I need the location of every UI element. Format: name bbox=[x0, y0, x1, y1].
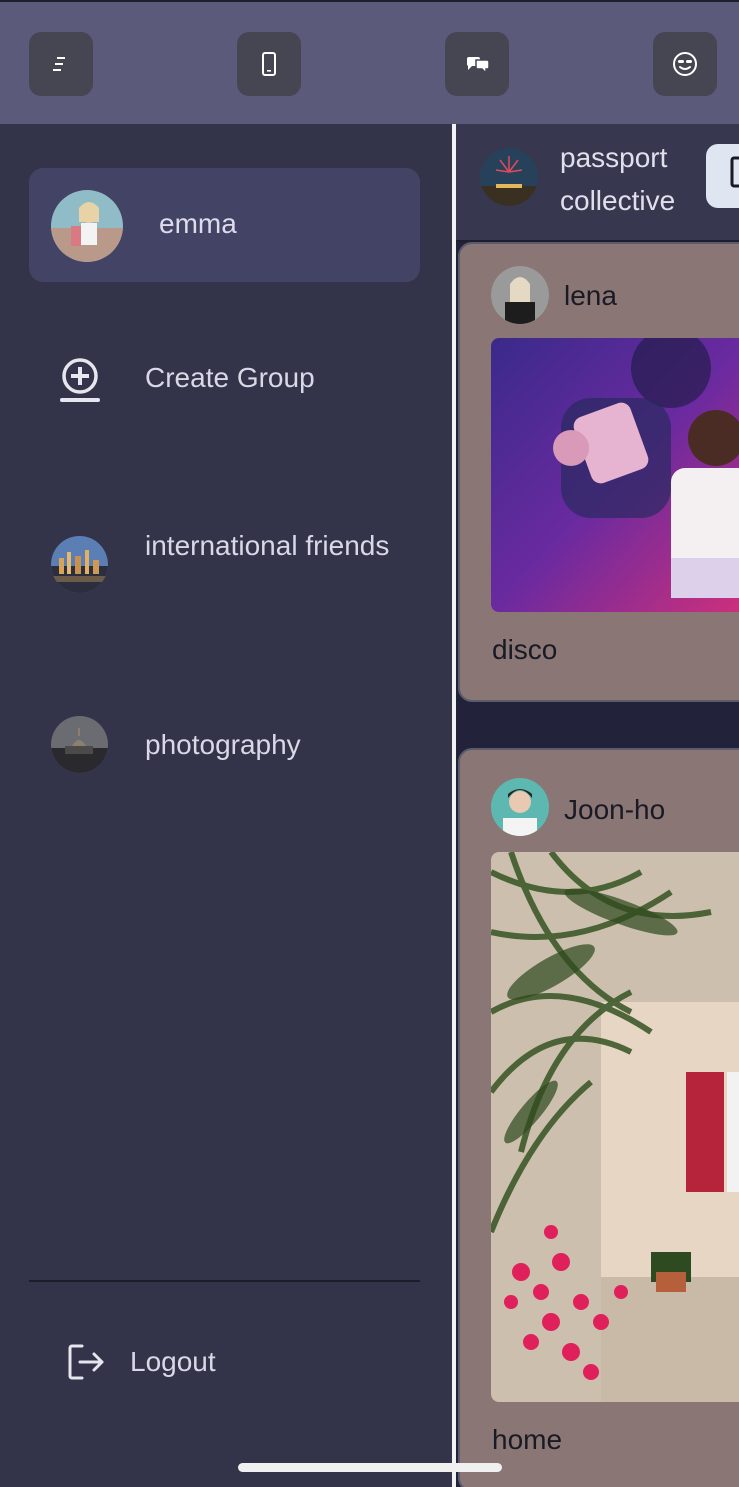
chat-bubbles-icon bbox=[466, 57, 490, 75]
feed: passport collective lena disco Joon-ho h… bbox=[456, 124, 739, 1487]
group-avatar bbox=[480, 148, 538, 206]
post-card[interactable]: lena disco bbox=[458, 242, 739, 702]
profile-card[interactable]: emma bbox=[29, 168, 420, 282]
device-icon bbox=[730, 156, 739, 188]
group-avatar bbox=[51, 536, 108, 593]
menu-button[interactable] bbox=[29, 32, 93, 96]
phone-button[interactable] bbox=[237, 32, 301, 96]
post-username: lena bbox=[564, 280, 617, 311]
emoji-button[interactable] bbox=[653, 32, 717, 96]
menu-icon bbox=[53, 57, 65, 71]
group-avatar bbox=[51, 716, 108, 773]
add-circle-icon bbox=[60, 358, 100, 402]
profile-name: emma bbox=[159, 208, 237, 239]
post-avatar bbox=[491, 266, 549, 324]
group-item-photography[interactable]: photography bbox=[0, 716, 452, 776]
group-name: international friends bbox=[145, 530, 390, 561]
smiley-icon bbox=[673, 52, 697, 76]
phone-icon bbox=[262, 52, 276, 76]
home-indicator[interactable] bbox=[238, 1463, 502, 1472]
post-caption: home bbox=[492, 1424, 563, 1455]
logout-icon[interactable] bbox=[66, 1342, 106, 1382]
create-group-item[interactable]: Create Group bbox=[0, 346, 452, 418]
group-name: passport collective bbox=[560, 142, 676, 216]
post-caption: disco bbox=[492, 634, 558, 665]
create-group-label: Create Group bbox=[145, 362, 315, 393]
group-header[interactable]: passport collective bbox=[456, 124, 739, 242]
top-bar bbox=[0, 0, 739, 124]
post-image[interactable] bbox=[491, 338, 739, 612]
post-card[interactable]: Joon-ho home bbox=[458, 748, 739, 1487]
group-item-international-friends[interactable]: international friends bbox=[0, 524, 452, 610]
profile-avatar bbox=[51, 190, 123, 262]
post-image[interactable] bbox=[491, 852, 739, 1402]
logout-button[interactable]: Logout bbox=[130, 1342, 216, 1382]
post-username: Joon-ho bbox=[564, 794, 666, 825]
group-action-button[interactable] bbox=[706, 144, 739, 208]
drawer-divider bbox=[29, 1280, 420, 1282]
chat-button[interactable] bbox=[445, 32, 509, 96]
group-name: photography bbox=[145, 729, 301, 760]
side-drawer: emma Create Group international friends bbox=[0, 124, 452, 1487]
post-avatar bbox=[491, 778, 549, 836]
